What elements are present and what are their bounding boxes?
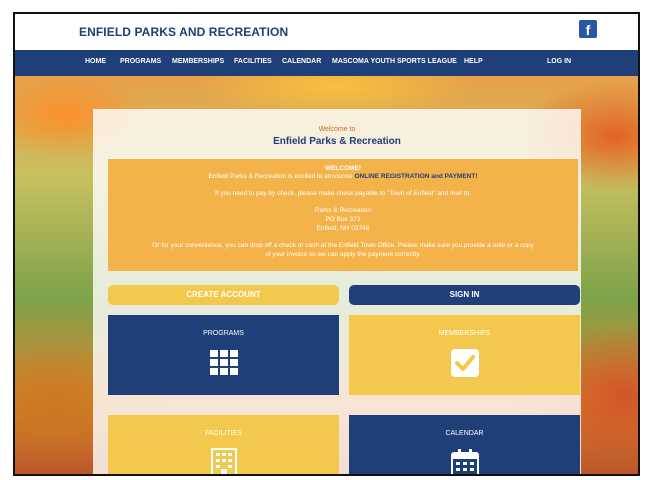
calendar-icon bbox=[450, 449, 479, 474]
tile-programs[interactable]: PROGRAMS bbox=[108, 315, 339, 395]
grid-icon bbox=[209, 350, 238, 375]
nav-item-programs[interactable]: PROGRAMS bbox=[120, 58, 161, 65]
notice-line3: Or for your convenience, you can drop of… bbox=[152, 242, 534, 249]
nav-item-mascoma[interactable]: MASCOMA YOUTH SPORTS LEAGUE bbox=[332, 58, 457, 65]
nav-item-memberships[interactable]: MEMBERSHIPS bbox=[172, 58, 224, 65]
top-header: ENFIELD PARKS AND RECREATION f bbox=[15, 14, 638, 50]
welcome-subtitle: Welcome to bbox=[318, 126, 356, 133]
facebook-icon[interactable]: f bbox=[579, 20, 597, 38]
announcement-box: WELCOME! Enfield Parks & Recreation is e… bbox=[108, 159, 578, 271]
notice-address2: PO Box 373 bbox=[325, 216, 361, 223]
notice-line1: Enfield Parks & Recreation is excited to… bbox=[208, 173, 478, 180]
sign-in-button[interactable]: SIGN IN bbox=[349, 285, 580, 305]
notice-line2: If you need to pay by check, please make… bbox=[214, 190, 472, 197]
content-panel: Welcome to Enfield Parks & Recreation WE… bbox=[93, 109, 581, 474]
checkbox-icon bbox=[450, 349, 479, 377]
notice-address3: Enfield, NH 03748 bbox=[316, 225, 370, 232]
tile-label-facilities: FACILITIES bbox=[205, 430, 242, 437]
tile-facilities[interactable]: FACILITIES bbox=[108, 415, 339, 474]
notice-address1: Parks & Recreation bbox=[315, 207, 371, 214]
online-registration-highlight: ONLINE REGISTRATION and PAYMENT! bbox=[354, 173, 478, 180]
tile-memberships[interactable]: MEMBERSHIPS bbox=[349, 315, 580, 395]
nav-item-facilities[interactable]: FACILITIES bbox=[234, 58, 272, 65]
browser-frame: ENFIELD PARKS AND RECREATION f HOME PROG… bbox=[13, 12, 640, 476]
tile-label-programs: PROGRAMS bbox=[203, 330, 244, 337]
create-account-button[interactable]: CREATE ACCOUNT bbox=[108, 285, 339, 305]
tile-label-calendar: CALENDAR bbox=[445, 430, 484, 437]
nav-item-home[interactable]: HOME bbox=[85, 58, 106, 65]
main-nav: HOME PROGRAMS MEMBERSHIPS FACILITIES CAL… bbox=[15, 50, 638, 76]
login-link[interactable]: LOG IN bbox=[547, 58, 571, 65]
tile-calendar[interactable]: CALENDAR bbox=[349, 415, 580, 474]
notice-line4: of your invoice so we can apply the paym… bbox=[265, 251, 421, 258]
welcome-title: Enfield Parks & Recreation bbox=[273, 136, 401, 147]
nav-item-help[interactable]: HELP bbox=[464, 58, 483, 65]
site-title[interactable]: ENFIELD PARKS AND RECREATION bbox=[79, 25, 288, 39]
nav-item-calendar[interactable]: CALENDAR bbox=[282, 58, 321, 65]
tile-label-memberships: MEMBERSHIPS bbox=[438, 330, 491, 337]
notice-heading: WELCOME! bbox=[324, 165, 362, 172]
building-icon bbox=[210, 448, 237, 474]
